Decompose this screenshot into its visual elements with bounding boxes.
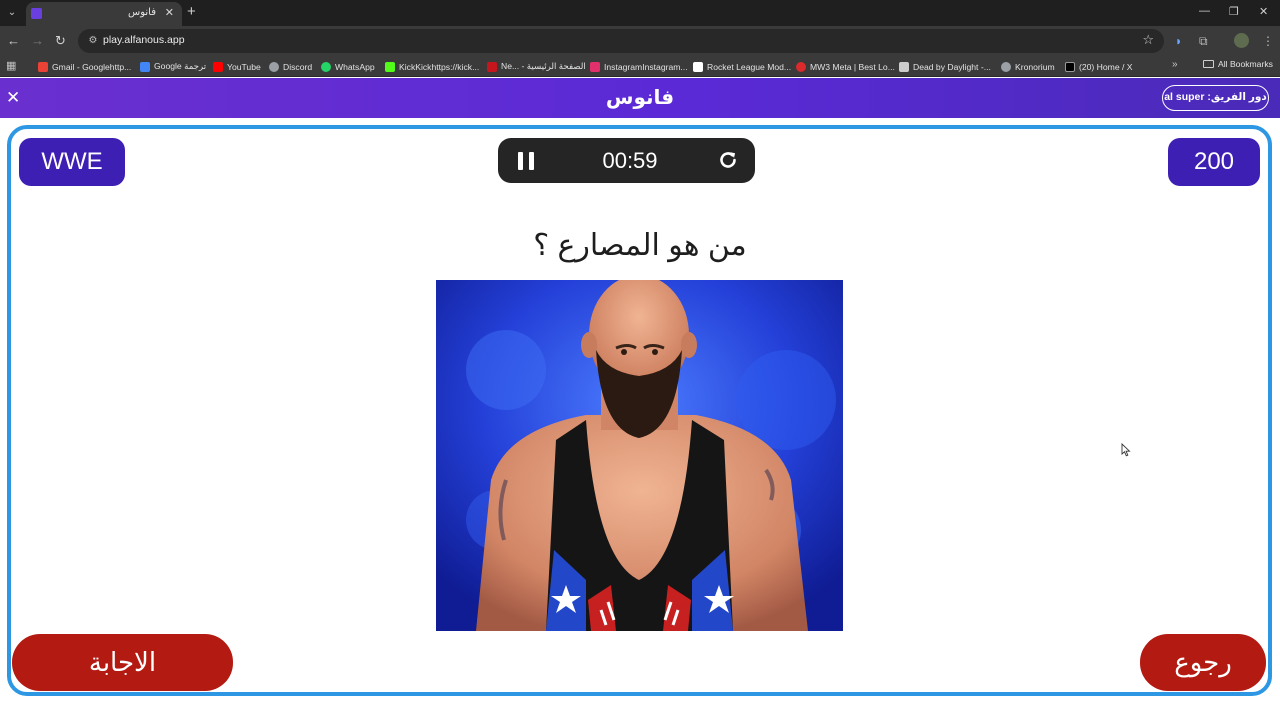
all-bookmarks[interactable]: All Bookmarks	[1203, 59, 1273, 69]
browser-toolbar: ← → ↻ ⚙ play.alfanous.app ☆ ◗ ⧉ ⋮	[0, 26, 1280, 56]
url-text: play.alfanous.app	[103, 34, 185, 46]
menu-kebab-icon[interactable]: ⋮	[1262, 33, 1274, 49]
address-bar[interactable]: ⚙ play.alfanous.app ☆	[78, 29, 1164, 53]
bookmark-netflix[interactable]: Ne... - الصفحة الرئيسية	[487, 59, 586, 74]
pause-icon[interactable]	[518, 152, 534, 170]
bookmarks-bar: ▦ Gmail - Googlehttp... Google ترجمة You…	[0, 56, 1280, 77]
instagram-icon	[590, 61, 600, 72]
whatsapp-icon	[321, 61, 331, 72]
wrestler-illustration	[436, 280, 843, 631]
back-button[interactable]: رجوع	[1140, 634, 1266, 691]
team-turn-badge: دور الفريق: al super	[1162, 85, 1269, 111]
gmail-icon	[38, 61, 48, 72]
new-tab-icon[interactable]: +	[187, 4, 196, 20]
bookmark-star-icon[interactable]: ☆	[1142, 32, 1154, 48]
bookmark-instagram[interactable]: InstagramInstagram...	[590, 59, 688, 74]
close-icon[interactable]: ✕	[6, 88, 20, 108]
bookmark-rocket-league[interactable]: Rocket League Mod...	[693, 59, 791, 74]
bookmark-kronorium[interactable]: Kronorium	[1001, 59, 1055, 74]
tab-close-icon[interactable]: ✕	[165, 6, 174, 19]
timer-display: 00:59	[602, 148, 658, 173]
x-icon	[1065, 61, 1075, 72]
extensions-puzzle-icon[interactable]: ⧉	[1199, 33, 1208, 49]
timer-bar: 00:59	[498, 138, 755, 183]
youtube-icon	[213, 61, 223, 72]
app-header: ✕ فانوس دور الفريق: al super	[0, 78, 1280, 118]
kick-icon	[385, 61, 395, 72]
bookmark-x[interactable]: (20) Home / X	[1065, 59, 1133, 74]
more-bookmarks-icon[interactable]: »	[1172, 59, 1178, 70]
bookmark-whatsapp[interactable]: WhatsApp	[321, 59, 375, 74]
tab-search-icon[interactable]: ⌄	[4, 5, 20, 21]
dbd-icon	[899, 61, 909, 72]
back-icon[interactable]: ←	[7, 33, 20, 49]
show-answer-button[interactable]: الاجابة	[12, 634, 233, 691]
points-badge: 200	[1168, 138, 1260, 186]
rocket-league-icon	[693, 61, 703, 72]
google-translate-icon	[140, 61, 150, 72]
reload-icon[interactable]: ↻	[55, 33, 66, 49]
restore-icon[interactable]: ❐	[1229, 5, 1239, 18]
tab-strip: ⌄ فانوس ✕ + — ❐ ✕	[0, 0, 1280, 26]
folder-icon	[1203, 60, 1214, 68]
forward-icon[interactable]: →	[31, 33, 44, 49]
bookmark-discord[interactable]: Discord	[269, 59, 312, 74]
site-info-icon[interactable]: ⚙	[86, 34, 100, 48]
bookmark-dead-by-daylight[interactable]: Dead by Daylight -...	[899, 59, 991, 74]
tab-favicon-icon	[31, 8, 42, 19]
globe-icon	[269, 61, 279, 72]
globe-icon	[1001, 61, 1011, 72]
browser-tab[interactable]: فانوس ✕	[26, 2, 182, 26]
bookmark-google-translate[interactable]: Google ترجمة	[140, 59, 206, 74]
bookmark-youtube[interactable]: YouTube	[213, 59, 261, 74]
bookmark-kick[interactable]: KickKickhttps://kick...	[385, 59, 479, 74]
category-badge: WWE	[19, 138, 125, 186]
profile-avatar[interactable]	[1234, 33, 1249, 48]
bookmark-mw3-meta[interactable]: MW3 Meta | Best Lo...	[796, 59, 895, 74]
app-logo: فانوس	[605, 87, 675, 109]
bookmark-gmail[interactable]: Gmail - Googlehttp...	[38, 59, 131, 74]
mw3-icon	[796, 61, 806, 72]
apps-grid-icon[interactable]: ▦	[6, 59, 16, 72]
wrestler-photo	[436, 280, 843, 631]
reset-icon[interactable]	[717, 149, 739, 171]
question-text: من هو المصارع ؟	[533, 229, 747, 262]
netflix-icon	[487, 61, 497, 72]
tab-title: فانوس	[128, 7, 156, 18]
window-close-icon[interactable]: ✕	[1259, 5, 1268, 18]
mouse-cursor-icon	[1121, 443, 1131, 457]
extension-icon[interactable]: ◗	[1175, 33, 1182, 49]
minimize-icon[interactable]: —	[1199, 5, 1210, 17]
